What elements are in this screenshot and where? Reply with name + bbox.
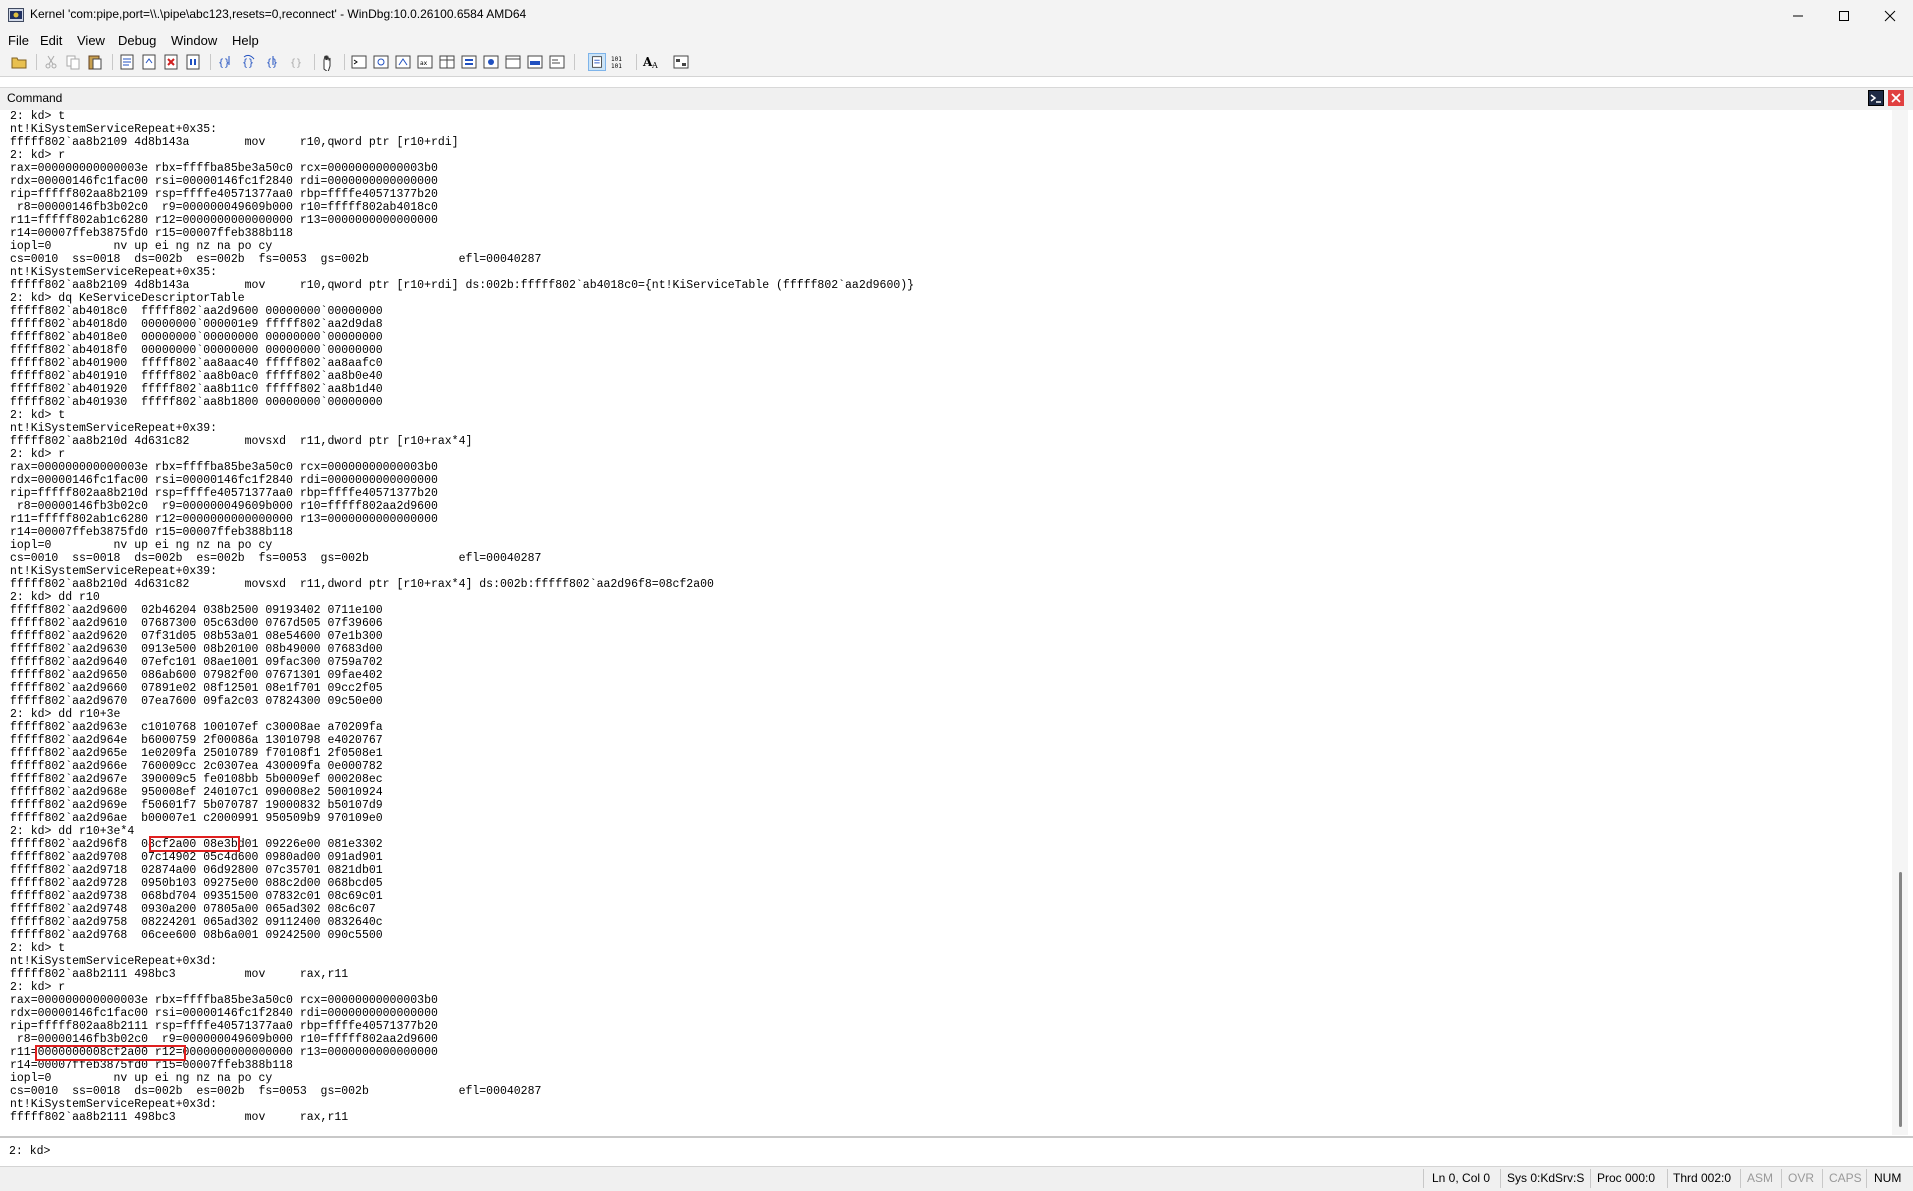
step-out-icon[interactable]: {}: [264, 53, 282, 71]
step-over-icon[interactable]: {}: [240, 53, 258, 71]
minimize-icon: [1793, 15, 1803, 17]
status-ovr: OVR: [1788, 1171, 1815, 1185]
status-separator: [1822, 1169, 1823, 1188]
disassembly-window-icon[interactable]: [482, 53, 500, 71]
toolbar-separator: [112, 54, 113, 70]
step-into-icon[interactable]: {}: [216, 53, 234, 71]
status-separator: [1866, 1169, 1867, 1188]
memory-window-icon[interactable]: [438, 53, 456, 71]
locals-window-icon[interactable]: [394, 53, 412, 71]
command-output[interactable]: 2: kd> t nt!KiSystemServiceRepeat+0x35: …: [1, 110, 1891, 1135]
menu-debug[interactable]: Debug: [118, 33, 156, 48]
status-caps: CAPS: [1829, 1171, 1862, 1185]
menu-edit[interactable]: Edit: [40, 33, 62, 48]
svg-text:ax: ax: [420, 60, 428, 67]
go-icon[interactable]: [118, 53, 136, 71]
svg-text:{}: {}: [290, 58, 302, 69]
svg-text:{}: {}: [218, 58, 230, 69]
menu-window[interactable]: Window: [171, 33, 217, 48]
break-icon[interactable]: [184, 53, 202, 71]
command-window-header: Command: [0, 87, 1913, 110]
status-sys: Sys 0:KdSrv:S: [1507, 1171, 1585, 1185]
copy-icon[interactable]: [64, 53, 82, 71]
source-mode-on-icon[interactable]: [588, 53, 606, 71]
status-thrd: Thrd 002:0: [1673, 1171, 1732, 1185]
window-title: Kernel 'com:pipe,port=\\.\pipe\abc123,re…: [30, 7, 527, 21]
command-input-bar: 2: kd>: [0, 1136, 1913, 1166]
source-mode-hand-icon[interactable]: [318, 53, 336, 71]
command-window-title: Command: [7, 91, 63, 105]
svg-text:101: 101: [611, 63, 622, 70]
status-num: NUM: [1874, 1171, 1902, 1185]
open-folder-icon[interactable]: [10, 53, 28, 71]
status-position: Ln 0, Col 0: [1432, 1171, 1491, 1185]
call-stack-window-icon[interactable]: [460, 53, 478, 71]
status-proc: Proc 000:0: [1597, 1171, 1656, 1185]
vertical-scrollbar[interactable]: [1892, 110, 1908, 1135]
toolbar-separator: [210, 54, 211, 70]
toolbar-separator: [36, 54, 37, 70]
status-separator: [1667, 1169, 1668, 1188]
command-window-icon[interactable]: [350, 53, 368, 71]
status-separator: [1740, 1169, 1741, 1188]
cut-icon[interactable]: [42, 53, 60, 71]
hex-mode-icon[interactable]: 101101: [610, 53, 628, 71]
registers-window-icon[interactable]: ax: [416, 53, 434, 71]
toolbar: {} {} {} {} ax 101 101 AA: [0, 50, 1913, 77]
toolbar-separator: [574, 54, 575, 70]
toolbar-separator: [314, 54, 315, 70]
close-pane-icon[interactable]: [1888, 90, 1904, 106]
command-prompt: 2: kd>: [9, 1145, 51, 1158]
windbg-app-icon: [8, 8, 24, 22]
status-separator: [1500, 1169, 1501, 1188]
options-icon[interactable]: [672, 53, 690, 71]
watch-window-icon[interactable]: [372, 53, 390, 71]
menu-bar: File Edit View Debug Window Help: [0, 32, 1913, 50]
run-to-cursor-icon[interactable]: {}: [288, 53, 306, 71]
font-icon[interactable]: AA: [642, 53, 660, 71]
scrollbar-thumb[interactable]: [1899, 872, 1902, 1127]
processes-threads-icon[interactable]: [526, 53, 544, 71]
status-separator: [1781, 1169, 1782, 1188]
command-prompt-icon[interactable]: [1868, 90, 1884, 106]
menu-help[interactable]: Help: [232, 33, 259, 48]
highlight-service-table-entry: [149, 836, 240, 852]
minimize-button[interactable]: [1775, 0, 1821, 32]
maximize-button[interactable]: [1821, 0, 1867, 32]
command-input[interactable]: [62, 1142, 1902, 1160]
scratch-pad-icon[interactable]: [504, 53, 522, 71]
status-bar: Ln 0, Col 0 Sys 0:KdSrv:S Proc 000:0 Thr…: [0, 1166, 1913, 1191]
status-separator: [1423, 1169, 1424, 1188]
status-separator: [1590, 1169, 1591, 1188]
title-bar: Kernel 'com:pipe,port=\\.\pipe\abc123,re…: [0, 0, 1913, 32]
status-asm: ASM: [1747, 1171, 1774, 1185]
menu-view[interactable]: View: [77, 33, 105, 48]
maximize-icon: [1839, 11, 1849, 21]
menu-file[interactable]: File: [8, 33, 29, 48]
svg-text:{}: {}: [266, 58, 278, 69]
source-window-icon[interactable]: [548, 53, 566, 71]
highlight-r11-value: [35, 1045, 186, 1061]
close-window-button[interactable]: [1867, 0, 1913, 32]
restart-icon[interactable]: [140, 53, 158, 71]
toolbar-separator: [636, 54, 637, 70]
close-icon: [1884, 10, 1896, 22]
svg-text:A: A: [651, 61, 658, 70]
toolbar-separator: [344, 54, 345, 70]
paste-icon[interactable]: [86, 53, 104, 71]
svg-text:{}: {}: [242, 58, 254, 69]
command-output-text: 2: kd> t nt!KiSystemServiceRepeat+0x35: …: [10, 110, 915, 1124]
svg-text:101: 101: [611, 56, 622, 63]
stop-debugging-icon[interactable]: [162, 53, 180, 71]
